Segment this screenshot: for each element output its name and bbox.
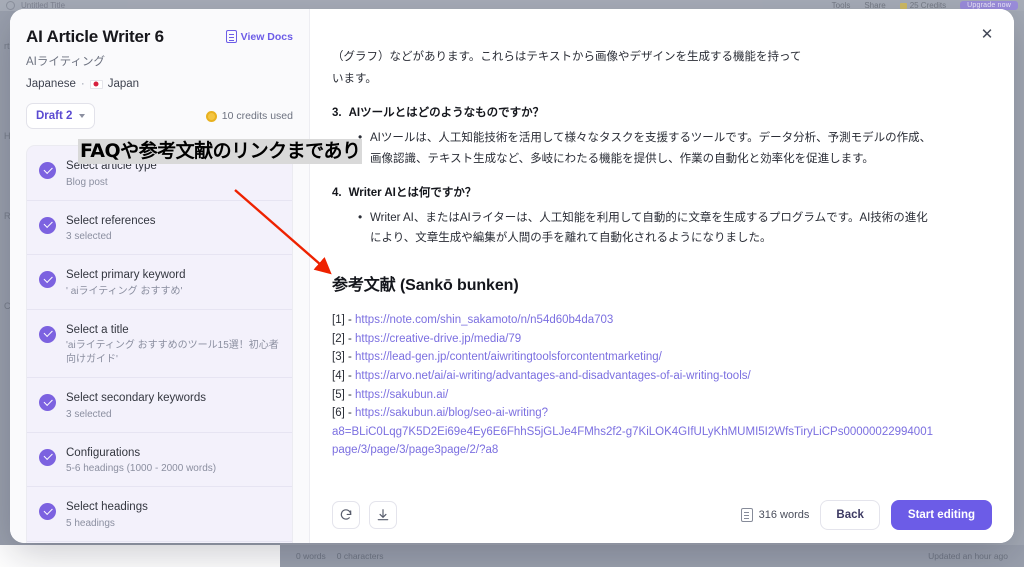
article-footer-toolbar: 316 words Back Start editing	[310, 487, 1014, 543]
page-title: AI Article Writer 6	[26, 27, 164, 46]
background-bottombar: 0 words 0 characters Updated an hour ago	[280, 545, 1024, 567]
check-icon	[39, 216, 56, 234]
step-title: Select primary keyword	[66, 269, 186, 282]
faq-question-row: 3. AIツールとはどのようなものですか？	[332, 103, 936, 123]
faq-question: AIツールとはどのようなものですか？	[348, 107, 545, 120]
flag-japan-icon	[89, 79, 103, 89]
reference-number: [4] -	[332, 369, 352, 382]
background-updated-status: Updated an hour ago	[928, 551, 1008, 561]
clipped-paragraph-rest: います。	[332, 73, 377, 86]
modal-header: AI Article Writer 6 View Docs	[26, 27, 293, 47]
word-count-label: 316 words	[758, 509, 810, 521]
reference-number: [6] -	[332, 407, 352, 420]
references-heading: 参考文献 (Sankō bunken)	[332, 277, 519, 294]
reference-item: [2] - https://creative-drive.jp/media/79	[332, 330, 936, 349]
reference-link[interactable]: https://sakubun.ai/blog/seo-ai-writing?	[355, 407, 548, 419]
back-button[interactable]: Back	[820, 500, 880, 530]
check-icon	[39, 325, 56, 343]
step-title: Select headings	[66, 501, 148, 514]
faq-question: Writer AIとは何ですか？	[348, 186, 477, 199]
reference-item: [4] - https://arvo.net/ai/ai-writing/adv…	[332, 367, 936, 386]
annotation-label: FAQや参考文献のリンクまであり	[78, 139, 363, 165]
reference-link[interactable]: https://creative-drive.jp/media/79	[355, 333, 521, 345]
step-title: Select a title	[66, 323, 129, 336]
chevron-down-icon	[79, 114, 86, 118]
step-title: Configurations	[66, 446, 141, 459]
language-label: Japanese	[26, 78, 76, 90]
step-subtitle: 5 headings	[66, 517, 115, 529]
reference-link[interactable]: https://sakubun.ai/	[355, 389, 448, 401]
reference-item: [6] - https://sakubun.ai/blog/seo-ai-wri…	[332, 404, 936, 423]
regenerate-icon[interactable]	[332, 501, 360, 529]
references-list: [1] - https://note.com/shin_sakamoto/n/n…	[332, 311, 936, 460]
faq-question-row: 4. Writer AIとは何ですか？	[332, 183, 936, 203]
step-subtitle: 3 selected	[66, 408, 112, 420]
workflow-step-select-headings[interactable]: Select headings 5 headings	[27, 487, 292, 542]
reference-link-continuation[interactable]: a8=BLiC0Lqg7K5D2Ei69e4Ey6E6FhhS5jGLJe4FM…	[332, 423, 936, 460]
annotation-arrow-icon	[234, 189, 332, 275]
coin-icon	[899, 2, 907, 9]
draft-row: Draft 2 10 credits used	[26, 103, 293, 129]
article-content: （グラフ）などがあります。これらはテキストから画像やデザインを生成する機能を持っ…	[310, 9, 1014, 487]
workflow-step-select-a-title[interactable]: Select a title 'aiライティング おすすめのツール15選！初心者…	[27, 309, 292, 379]
country-label: Japan	[107, 78, 140, 90]
reference-link[interactable]: https://note.com/shin_sakamoto/n/n54d60b…	[355, 314, 613, 326]
faq-answer: Writer AI、またはAIライターは、人工知能を利用して自動的に文章を生成す…	[358, 207, 936, 248]
article-preview-panel: ✕ （グラフ）などがあります。これらはテキストから画像やデザインを生成する機能を…	[310, 9, 1014, 543]
faq-item-3: 3. AIツールとはどのようなものですか？ AIツールは、人工知能技術を活用して…	[332, 103, 936, 168]
reference-link[interactable]: https://arvo.net/ai/ai-writing/advantage…	[355, 370, 751, 382]
coin-icon	[205, 110, 217, 122]
app-subtitle: AIライティング	[26, 56, 105, 68]
check-icon	[39, 448, 56, 466]
start-editing-button[interactable]: Start editing	[890, 500, 992, 530]
workflow-step-additional-enhancements[interactable]: Additional enhancements 3 selected	[27, 541, 292, 543]
draft-label: Draft 2	[36, 110, 73, 122]
view-docs-label: View Docs	[240, 30, 293, 43]
reference-item: [5] - https://sakubun.ai/	[332, 386, 936, 405]
step-title: Select references	[66, 214, 156, 227]
download-icon[interactable]	[369, 501, 397, 529]
credits-used-label: 10 credits used	[221, 110, 293, 122]
locale-separator: ·	[80, 78, 85, 90]
reference-number: [3] -	[332, 351, 352, 364]
close-icon[interactable]: ✕	[976, 23, 998, 45]
step-subtitle: 'aiライティング おすすめのツール15選！初心者向けガイド'	[66, 340, 279, 366]
faq-number: 3.	[332, 107, 342, 120]
credits-used-badge: 10 credits used	[205, 110, 293, 122]
document-icon	[740, 508, 753, 522]
workflow-step-select-secondary-keywords[interactable]: Select secondary keywords 3 selected	[27, 378, 292, 433]
step-subtitle: 3 selected	[66, 231, 112, 243]
reference-item: [3] - https://lead-gen.jp/content/aiwrit…	[332, 348, 936, 367]
step-subtitle: 5-6 headings (1000 - 2000 words)	[66, 463, 217, 475]
step-title: Select secondary keywords	[66, 392, 206, 405]
check-icon	[39, 394, 56, 412]
reference-link[interactable]: https://lead-gen.jp/content/aiwritingtoo…	[355, 351, 662, 363]
reference-number: [2] -	[332, 332, 352, 345]
step-subtitle: ' aiライティング おすすめ'	[66, 285, 183, 297]
check-icon	[39, 271, 56, 289]
clipped-paragraph-top: （グラフ）などがあります。これらはテキストから画像やデザインを生成する機能を持っ…	[332, 51, 802, 63]
reference-item: [1] - https://note.com/shin_sakamoto/n/n…	[332, 311, 936, 330]
workflow-step-configurations[interactable]: Configurations 5-6 headings (1000 - 2000…	[27, 432, 292, 488]
check-icon	[39, 503, 56, 521]
step-subtitle: Blog post	[66, 176, 108, 188]
ai-article-writer-modal: AI Article Writer 6 View Docs AIライティング J…	[10, 9, 1014, 543]
draft-selector[interactable]: Draft 2	[26, 103, 96, 129]
clipped-paragraph: （グラフ）などがあります。これらはテキストから画像やデザインを生成する機能を持っ…	[332, 47, 936, 67]
document-icon	[225, 30, 237, 43]
reference-number: [1] -	[332, 314, 352, 326]
word-count: 316 words	[740, 508, 810, 522]
background-word-count: 0 words	[296, 551, 326, 561]
faq-item-4: 4. Writer AIとは何ですか？ Writer AI、またはAIライターは…	[332, 183, 936, 248]
view-docs-link[interactable]: View Docs	[225, 27, 293, 43]
locale-row: Japanese · Japan	[26, 78, 293, 90]
background-char-count: 0 characters	[336, 551, 384, 561]
faq-answer: AIツールは、人工知能技術を活用して様々なタスクを支援するツールです。データ分析…	[358, 127, 936, 168]
reference-number: [5] -	[332, 388, 352, 401]
check-icon	[39, 162, 56, 179]
